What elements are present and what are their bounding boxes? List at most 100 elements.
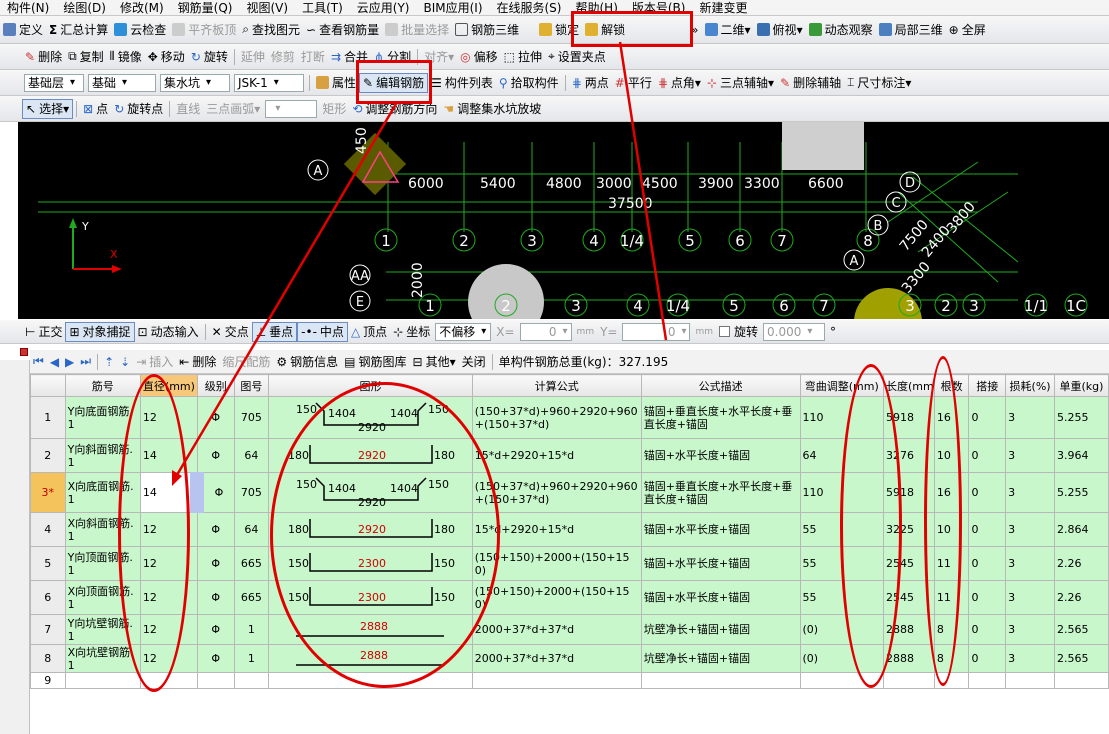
x-coordinate-input[interactable]: 0 [519, 322, 572, 341]
column-header-2[interactable]: 级别 [196, 374, 235, 397]
column-header-5[interactable]: 计算公式 [471, 374, 642, 397]
description-cell[interactable]: 锚固+垂直长度+水平长度+垂直长度+锚固 [640, 396, 801, 439]
insert-button[interactable]: ⇥ 插入 [133, 352, 176, 372]
rotate-angle-input[interactable]: 0.000 [763, 322, 826, 341]
object-snap-button[interactable]: ⊞ 对象捕捉 [65, 321, 135, 342]
figure-no-cell[interactable] [233, 672, 270, 689]
figure-no-cell[interactable]: 1 [233, 614, 270, 645]
column-header-0[interactable]: 筋号 [64, 374, 141, 397]
view-rebar-button[interactable]: ∽ 查看钢筋量 [303, 20, 382, 40]
grade-cell[interactable]: Φ [196, 472, 235, 513]
row-number[interactable]: 7 [30, 614, 66, 645]
lap-cell[interactable] [968, 672, 1007, 689]
vertex-snap-button[interactable]: △ 顶点 [348, 322, 390, 342]
loss-cell[interactable]: 3 [1005, 644, 1055, 673]
grade-cell[interactable]: Φ [196, 546, 235, 581]
ortho-button[interactable]: ⊢ 正交 [22, 322, 65, 342]
intersect-snap-button[interactable]: ✕ 交点 [209, 322, 252, 342]
column-header-3[interactable]: 图号 [233, 374, 270, 397]
two-point-button[interactable]: ⋕ 两点 [569, 73, 612, 93]
grade-cell[interactable]: Φ [196, 580, 235, 615]
dynamic-input-button[interactable]: ⊡ 动态输入 [135, 322, 202, 342]
member-select[interactable]: JSK-1 [234, 73, 304, 92]
offset-mode-select[interactable]: 不偏移 [435, 322, 492, 341]
last-row-button[interactable]: ⏭ [77, 352, 94, 372]
close-grid-button[interactable]: 关闭 [459, 352, 489, 372]
grade-cell[interactable]: Φ [196, 614, 235, 645]
row-number[interactable]: 9 [30, 672, 66, 689]
offset-button[interactable]: ◎ 偏移 [457, 47, 501, 67]
formula-cell[interactable]: 15*d+2920+15*d [471, 438, 642, 473]
unit-weight-cell[interactable]: 3.964 [1053, 438, 1109, 473]
grade-cell[interactable]: Φ [196, 644, 235, 673]
other-dropdown[interactable]: ⊟ 其他 ▾ [410, 352, 459, 372]
menu-item-6[interactable]: 云应用(Y) [350, 0, 417, 15]
prev-row-button[interactable]: ◀ [47, 352, 62, 372]
unit-weight-cell[interactable]: 2.565 [1053, 644, 1109, 673]
unit-weight-cell[interactable]: 2.565 [1053, 614, 1109, 645]
menu-item-11[interactable]: 新建变更 [692, 0, 754, 15]
unit-weight-cell[interactable]: 2.864 [1053, 512, 1109, 547]
description-cell[interactable]: 锚固+水平长度+锚固 [640, 438, 801, 473]
figure-no-cell[interactable]: 64 [233, 438, 270, 473]
column-header-6[interactable]: 公式描述 [640, 374, 801, 397]
description-cell[interactable]: 坑壁净长+锚固+锚固 [640, 644, 801, 673]
unit-weight-cell[interactable]: 5.255 [1053, 396, 1109, 439]
adjust-slope-button[interactable]: ☚ 调整集水坑放坡 [440, 99, 544, 119]
loss-cell[interactable] [1005, 672, 1055, 689]
rebar-info-button[interactable]: ⚙ 钢筋信息 [273, 352, 341, 372]
y-coordinate-input[interactable]: 0 [622, 322, 691, 341]
arc-param-input[interactable] [265, 99, 318, 118]
flat-slab-button[interactable]: 平齐板顶 [169, 20, 239, 40]
formula-cell[interactable]: 2000+37*d+37*d [471, 614, 642, 645]
batch-select-button[interactable]: 批量选择 [382, 20, 452, 40]
line-button[interactable]: 直线 [173, 99, 203, 119]
floor-select[interactable]: 基础层 [24, 73, 84, 92]
view-2d-dropdown[interactable]: 二维 ▾ [702, 20, 754, 40]
parallel-button[interactable]: # 平行 [612, 73, 655, 93]
point-angle-button[interactable]: ⋕ 点角 ▾ [655, 73, 704, 93]
panel-close-icon[interactable] [20, 348, 28, 356]
category-select[interactable]: 基础 [88, 73, 156, 92]
move-down-button[interactable]: ⇣ [117, 352, 133, 372]
row-number[interactable]: 8 [30, 644, 66, 673]
menu-item-0[interactable]: 构件(N) [0, 0, 56, 15]
dimension-button[interactable]: ⌶ 尺寸标注 ▾ [844, 73, 914, 93]
three-point-aux-button[interactable]: ⊹ 三点辅轴 ▾ [704, 73, 777, 93]
loss-cell[interactable]: 3 [1005, 512, 1055, 547]
column-header-10[interactable]: 搭接 [968, 374, 1007, 397]
column-header-12[interactable]: 单重(kg) [1053, 374, 1109, 397]
local-3d-button[interactable]: 局部三维 [876, 20, 946, 40]
formula-cell[interactable]: 2000+37*d+37*d [471, 644, 642, 673]
formula-cell[interactable]: (150+37*d)+960+2920+960+(150+37*d) [471, 396, 642, 439]
fullscreen-button[interactable]: ⊕ 全屏 [946, 20, 989, 40]
midpoint-snap-button[interactable]: -•- 中点 [297, 321, 348, 342]
menu-item-1[interactable]: 绘图(D) [56, 0, 113, 15]
formula-cell[interactable]: (150+150)+2000+(150+150) [471, 580, 642, 615]
figure-no-cell[interactable]: 1 [233, 644, 270, 673]
lap-cell[interactable]: 0 [968, 580, 1007, 615]
description-cell[interactable]: 锚固+水平长度+锚固 [640, 546, 801, 581]
select-button[interactable]: ↖ 选择 ▾ [22, 98, 74, 119]
rectangle-button[interactable]: 矩形 [319, 99, 349, 119]
rotate-checkbox[interactable]: 旋转 [716, 322, 761, 342]
delete-button[interactable]: ✎ 删除 [22, 47, 65, 67]
menu-item-8[interactable]: 在线服务(S) [490, 0, 569, 15]
grade-cell[interactable]: Φ [196, 438, 235, 473]
grade-cell[interactable] [196, 672, 235, 689]
row-number[interactable]: 6 [30, 580, 66, 615]
cad-viewport[interactable]: 6000 5400 4800 3000 4500 3900 3300 6600 … [18, 122, 1109, 319]
extend-button[interactable]: 延伸 [238, 47, 268, 67]
grade-cell[interactable]: Φ [196, 396, 235, 439]
coordinate-button[interactable]: ⊹ 坐标 [390, 322, 433, 342]
row-number[interactable]: 3* [30, 472, 66, 513]
next-row-button[interactable]: ▶ [62, 352, 77, 372]
description-cell[interactable] [640, 672, 801, 689]
menu-item-2[interactable]: 修改(M) [113, 0, 171, 15]
pick-member-button[interactable]: ⚲ 拾取构件 [496, 73, 562, 93]
find-element-button[interactable]: ⌕ 查找图元 [239, 20, 303, 40]
break-button[interactable]: 打断 [298, 47, 328, 67]
lap-cell[interactable]: 0 [968, 438, 1007, 473]
property-button[interactable]: 属性 [313, 73, 359, 93]
menu-item-4[interactable]: 视图(V) [239, 0, 295, 15]
